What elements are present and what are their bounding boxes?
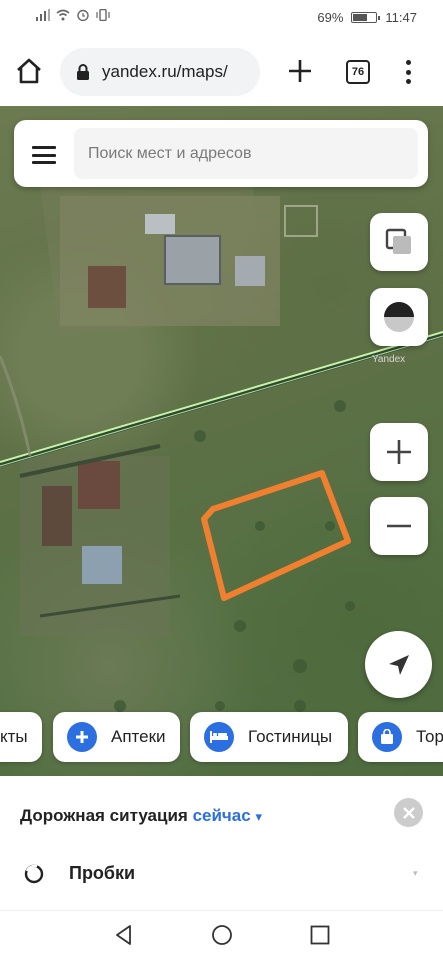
- my-location-button[interactable]: [365, 631, 432, 698]
- home-circle-icon[interactable]: [210, 923, 234, 947]
- battery-icon: [351, 12, 381, 23]
- traffic-light-icon: [384, 302, 414, 332]
- traffic-icon: [24, 864, 44, 884]
- plus-icon: [387, 440, 411, 464]
- zoom-in-button[interactable]: [370, 423, 428, 481]
- chip-label: Гостиницы: [248, 727, 333, 746]
- alarm-icon: [77, 9, 89, 21]
- plus-icon: [67, 722, 97, 752]
- traffic-title: Дорожная ситуация сейчас ▾: [20, 806, 262, 825]
- close-icon: [402, 806, 415, 819]
- more-vert-icon[interactable]: [402, 58, 414, 86]
- chevron-down-icon: ▾: [255, 809, 262, 824]
- home-icon[interactable]: [14, 56, 44, 86]
- navigation-arrow-icon: [388, 654, 409, 675]
- search-input[interactable]: [74, 128, 418, 179]
- url-text: yandex.ru/maps/: [102, 62, 228, 81]
- signal-icon: [36, 9, 50, 21]
- chevron-down-icon: ▾: [413, 868, 418, 878]
- tab-switcher-button[interactable]: 76: [346, 60, 370, 84]
- category-chips: кты Аптеки Гостиницы Тор: [0, 712, 443, 762]
- vibrate-icon: [96, 9, 110, 21]
- shopping-bag-icon: [372, 722, 402, 752]
- menu-icon[interactable]: [32, 146, 56, 164]
- chip-pharmacies[interactable]: Аптеки: [53, 712, 180, 762]
- chip-shopping[interactable]: Тор: [358, 712, 443, 762]
- layers-icon: [385, 228, 411, 254]
- traffic-row[interactable]: Пробки ▾: [0, 850, 443, 898]
- map-view[interactable]: Yandex кты Аптеки Гостиницы: [0, 106, 443, 776]
- search-panel: [14, 120, 428, 187]
- bed-icon: [204, 722, 234, 752]
- chip-label: Тор: [416, 727, 443, 746]
- zoom-out-button[interactable]: [370, 497, 428, 555]
- address-bar[interactable]: yandex.ru/maps/: [60, 48, 260, 96]
- chip-label: кты: [0, 727, 28, 746]
- chip-label: Аптеки: [111, 727, 166, 746]
- chip-category-partial[interactable]: кты: [0, 712, 42, 762]
- layers-button[interactable]: [370, 213, 428, 271]
- plus-icon[interactable]: [286, 57, 314, 85]
- traffic-label: Пробки: [69, 863, 136, 883]
- close-button[interactable]: [394, 798, 423, 827]
- browser-toolbar: yandex.ru/maps/ 76: [0, 36, 443, 106]
- traffic-sheet: Дорожная ситуация сейчас ▾ Пробки ▾: [0, 776, 443, 910]
- back-icon[interactable]: [112, 923, 136, 947]
- lock-icon: [77, 64, 89, 80]
- status-bar: 69% 11:47: [0, 0, 443, 36]
- wifi-icon: [56, 9, 70, 21]
- minus-icon: [387, 524, 411, 528]
- chip-hotels[interactable]: Гостиницы: [190, 712, 348, 762]
- traffic-toggle-button[interactable]: [370, 288, 428, 346]
- recents-icon[interactable]: [308, 923, 332, 947]
- traffic-time-selector[interactable]: сейчас ▾: [193, 806, 262, 825]
- clock: 11:47: [385, 10, 417, 25]
- map-watermark: Yandex: [372, 354, 406, 365]
- system-nav-bar: [0, 910, 443, 960]
- battery-percent: 69%: [317, 10, 344, 25]
